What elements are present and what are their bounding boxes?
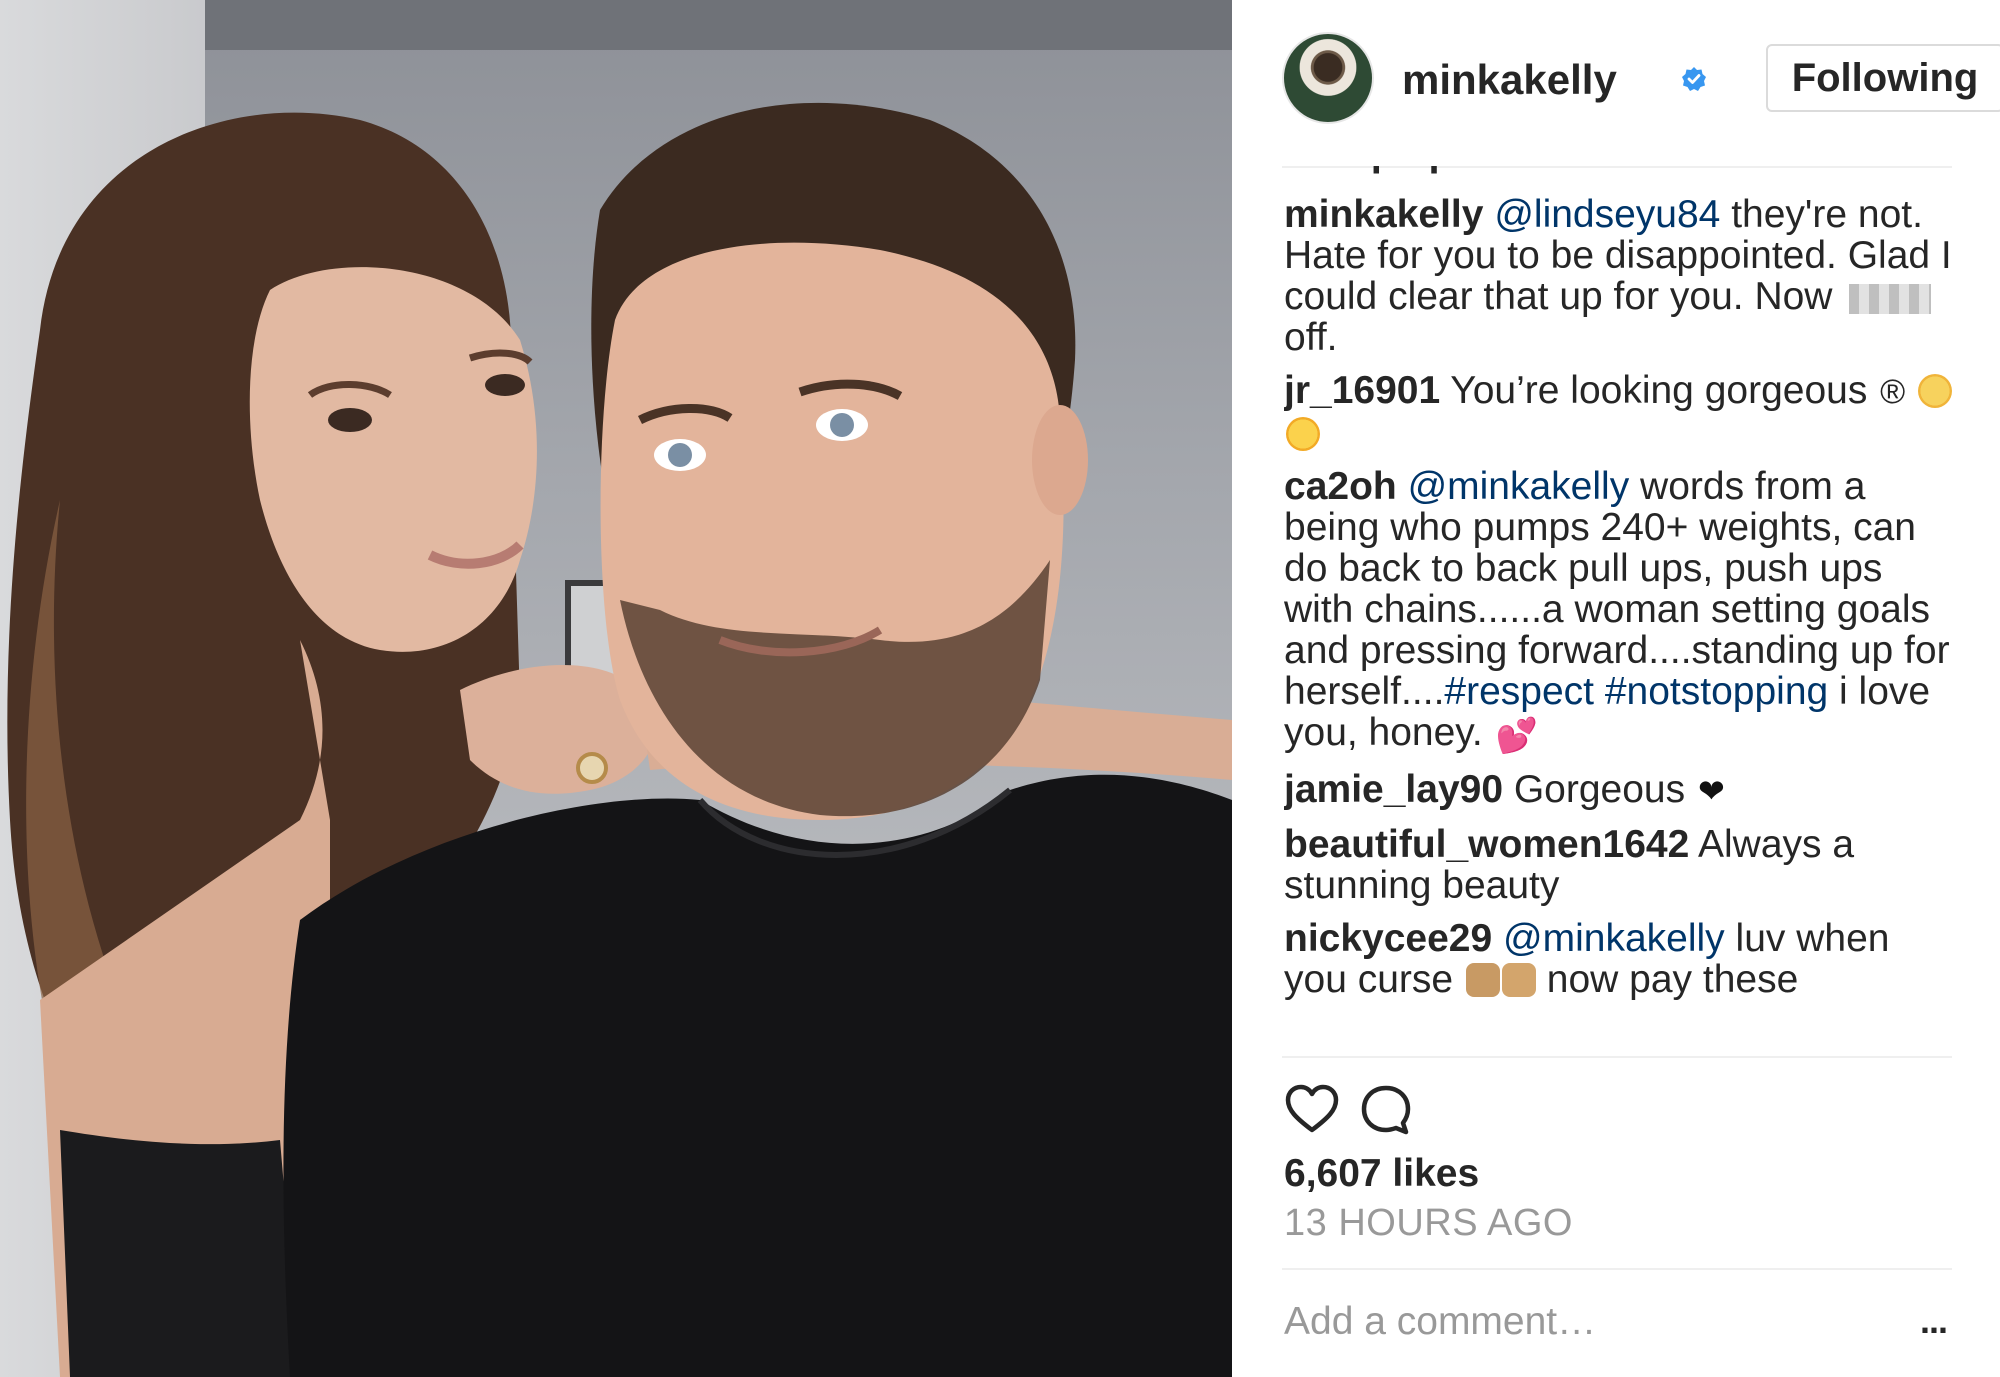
post-sidebar: minkakelly Following enriquepena1424 I'm…: [1232, 0, 2000, 1377]
comment-username[interactable]: jamie_lay90: [1284, 768, 1503, 811]
angel-emoji-icon: [1918, 374, 1953, 408]
heart-eyes-emoji-icon: [1286, 417, 1320, 451]
post-header: minkakelly Following: [1282, 30, 2000, 140]
add-comment-divider: [1282, 1268, 1952, 1270]
header-username[interactable]: minkakelly: [1402, 56, 1617, 104]
comment-username[interactable]: minkakelly: [1284, 193, 1483, 236]
comment-username[interactable]: ca2oh: [1284, 465, 1397, 508]
comment-text: off.: [1284, 316, 1338, 359]
thumbs-up-emoji-icon: [1465, 963, 1500, 997]
add-comment-input[interactable]: Add a comment…: [1284, 1300, 1596, 1344]
comment-text: You’re looking gorgeous: [1440, 369, 1879, 412]
comment-item: ca2oh @minkakelly words from a being who…: [1284, 466, 1954, 757]
post-actions: [1282, 1080, 1952, 1140]
verified-badge-icon: [1682, 67, 1706, 91]
photo-illustration: [7, 102, 1232, 1377]
avatar[interactable]: [1282, 32, 1374, 124]
comment-item: nickycee29 @minkakelly luv when you curs…: [1284, 918, 1954, 1000]
comment-item: jr_16901 You’re looking gorgeous ®: [1284, 370, 1954, 454]
comment-item: beautiful_women1642 Always a stunning be…: [1284, 824, 1954, 906]
comment-username[interactable]: beautiful_women1642: [1284, 823, 1689, 866]
comment-text: now pay these: [1535, 958, 1799, 1001]
comment-mention[interactable]: @minkakelly: [1408, 465, 1630, 508]
comment-mention[interactable]: @minkakelly: [1503, 917, 1725, 960]
heart-icon[interactable]: [1282, 1080, 1342, 1140]
comments-list[interactable]: enriquepena1424 I'm loved minkakelly @li…: [1284, 166, 1954, 1046]
following-button[interactable]: Following: [1766, 44, 2000, 112]
registered-emoji: ®: [1880, 373, 1906, 411]
censored-word-blur: [1849, 283, 1932, 314]
post-timestamp[interactable]: 13 HOURS AGO: [1284, 1202, 1573, 1245]
comment-item: jamie_lay90 Gorgeous ❤: [1284, 769, 1954, 812]
clipped-comment: enriquepena1424 I'm loved: [1284, 166, 1794, 175]
comment-mention[interactable]: @lindseyu84: [1494, 193, 1720, 236]
comments-divider: [1282, 1056, 1952, 1058]
black-heart-emoji-icon: ❤: [1697, 773, 1725, 809]
hashtag-link[interactable]: #respect: [1444, 670, 1594, 713]
comment-username[interactable]: jr_16901: [1284, 369, 1440, 412]
clapping-emoji-icon: [1501, 963, 1536, 997]
comment-item: minkakelly @lindseyu84 they're not. Hate…: [1284, 194, 1954, 358]
comment-icon[interactable]: [1356, 1080, 1416, 1140]
post-photo[interactable]: [0, 0, 1232, 1377]
comment-text: Gorgeous: [1503, 768, 1696, 811]
comment-username[interactable]: nickycee29: [1284, 917, 1492, 960]
two-hearts-emoji-icon: 💕: [1495, 717, 1538, 755]
likes-count[interactable]: 6,607 likes: [1284, 1152, 1479, 1196]
hashtag-link[interactable]: #notstopping: [1605, 670, 1828, 713]
more-options-button[interactable]: ...: [1920, 1300, 1948, 1342]
